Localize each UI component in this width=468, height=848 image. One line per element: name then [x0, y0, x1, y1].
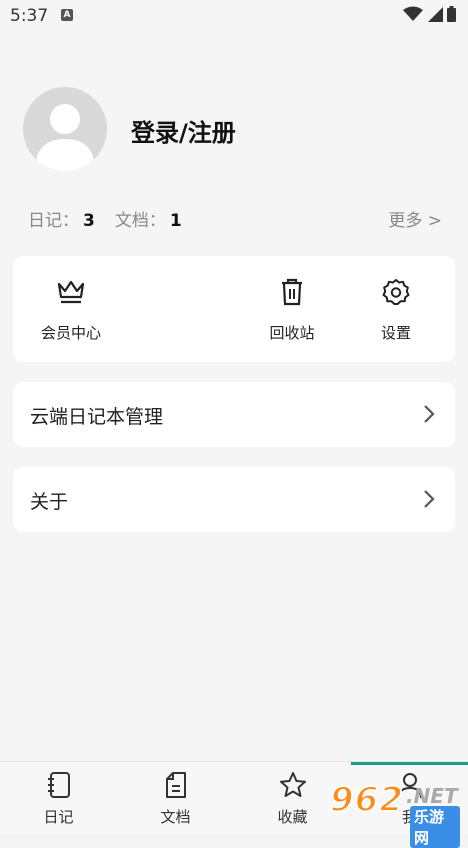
- about-row[interactable]: 关于: [13, 467, 455, 532]
- watermark-suffix: .NET: [406, 784, 458, 808]
- quick-action-label: 会员中心: [40, 324, 101, 342]
- gear-icon: [382, 279, 410, 305]
- more-link[interactable]: 更多 >: [388, 206, 442, 231]
- doc-count: 1: [169, 211, 182, 231]
- avatar[interactable]: [23, 87, 107, 171]
- row-label: 关于: [30, 491, 69, 513]
- tab-label: 日记: [43, 808, 74, 826]
- diary-count-label: 日记：: [28, 211, 79, 231]
- default-avatar-icon: [35, 104, 95, 171]
- battery-icon: [447, 6, 456, 22]
- crown-icon: [57, 280, 85, 304]
- diary-icon: [47, 772, 70, 798]
- signal-icon: [428, 7, 443, 22]
- site-watermark: 962 .NET 乐游网: [329, 779, 460, 848]
- quick-action-label: 设置: [380, 324, 411, 342]
- tab-label: 文档: [160, 808, 191, 826]
- diary-count: 3: [83, 211, 95, 231]
- app-notification-icon: A: [61, 9, 73, 21]
- star-icon: [279, 772, 306, 797]
- document-icon: [165, 772, 186, 798]
- member-center-button[interactable]: 会员中心: [26, 276, 116, 343]
- tab-diary[interactable]: 日记: [0, 770, 117, 827]
- stats-row: 日记： 3 文档： 1: [28, 206, 182, 231]
- chevron-right-icon: [424, 405, 435, 423]
- watermark-digits: 962: [329, 779, 404, 821]
- cloud-diary-management-row[interactable]: 云端日记本管理: [13, 382, 455, 447]
- active-tab-indicator: [351, 762, 468, 765]
- quick-actions-card: 会员中心 回收站 设置: [13, 256, 455, 362]
- chevron-right-icon: [424, 490, 435, 508]
- status-time: 5:37: [10, 6, 49, 26]
- quick-action-label: 回收站: [269, 324, 315, 342]
- row-label: 云端日记本管理: [30, 406, 164, 428]
- status-indicators: [403, 6, 456, 22]
- trash-icon: [282, 278, 302, 306]
- login-register-link[interactable]: 登录/注册: [131, 113, 236, 148]
- doc-count-label: 文档：: [114, 211, 166, 231]
- recycle-bin-button[interactable]: 回收站: [247, 276, 337, 343]
- wifi-icon: [403, 6, 423, 21]
- watermark-text: 乐游网: [410, 806, 460, 848]
- status-bar: 5:37 A: [0, 0, 468, 32]
- tab-documents[interactable]: 文档: [117, 770, 234, 827]
- settings-button[interactable]: 设置: [351, 276, 441, 343]
